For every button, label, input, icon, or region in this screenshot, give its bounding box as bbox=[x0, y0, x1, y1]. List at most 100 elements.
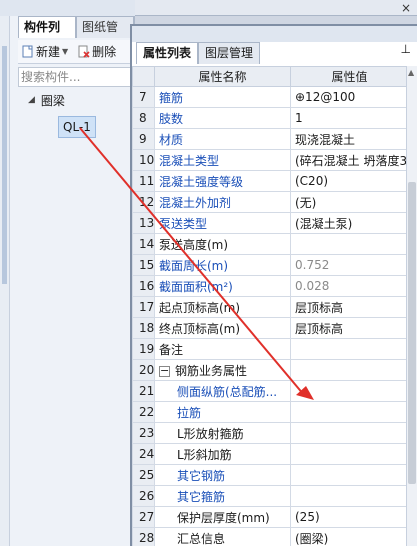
property-name[interactable]: 截面周长(m) bbox=[154, 254, 291, 276]
property-row[interactable]: 27 保护层厚度(mm) (25) bbox=[132, 506, 408, 528]
property-value[interactable]: 0.752 bbox=[290, 254, 408, 276]
property-name[interactable]: 混凝土强度等级 bbox=[154, 170, 291, 192]
property-name[interactable]: 截面面积(m²) bbox=[154, 275, 291, 297]
property-row[interactable]: 18 终点顶标高(m) 层顶标高 bbox=[132, 317, 408, 339]
property-row[interactable]: 7 箍筋 ⊕12@100 bbox=[132, 86, 408, 108]
property-value[interactable] bbox=[290, 422, 408, 444]
property-row[interactable]: 22 拉筋 bbox=[132, 401, 408, 423]
component-tree: ◢ 圈梁 QL-1 bbox=[18, 90, 135, 138]
property-value[interactable]: (混凝土泵) bbox=[290, 212, 408, 234]
property-value[interactable]: (碎石混凝土 坍落度3( bbox=[290, 149, 408, 171]
property-name[interactable]: 其它箍筋 bbox=[154, 485, 291, 507]
property-row[interactable]: 19 备注 bbox=[132, 338, 408, 360]
new-button-label: 新建 bbox=[36, 45, 61, 59]
property-value[interactable] bbox=[290, 359, 408, 381]
close-icon[interactable]: × bbox=[401, 1, 411, 15]
row-number: 11 bbox=[132, 170, 155, 192]
property-row[interactable]: 14 泵送高度(m) bbox=[132, 233, 408, 255]
collapse-triangle-icon[interactable]: ◢ bbox=[28, 95, 35, 105]
column-header-number bbox=[132, 66, 155, 87]
property-value[interactable]: 层顶标高 bbox=[290, 296, 408, 318]
row-number: 23 bbox=[132, 422, 155, 444]
property-value[interactable]: ⊕12@100 bbox=[290, 86, 408, 108]
property-value[interactable]: (圈梁) bbox=[290, 527, 408, 546]
property-row[interactable]: 11 混凝土强度等级 (C20) bbox=[132, 170, 408, 192]
property-name[interactable]: − 钢筋业务属性 bbox=[154, 359, 291, 381]
pin-icon[interactable]: ⊥ bbox=[401, 42, 411, 56]
property-row[interactable]: 21 侧面纵筋(总配筋... bbox=[132, 380, 408, 402]
property-value[interactable]: (C20) bbox=[290, 170, 408, 192]
property-value[interactable]: 层顶标高 bbox=[290, 317, 408, 339]
property-value[interactable] bbox=[290, 380, 408, 402]
property-row[interactable]: 8 肢数 1 bbox=[132, 107, 408, 129]
property-row[interactable]: 24 L形斜加筋 bbox=[132, 443, 408, 465]
new-button[interactable]: 新建 ▼ bbox=[18, 42, 70, 62]
row-number: 28 bbox=[132, 527, 155, 546]
group-label: 钢筋业务属性 bbox=[175, 363, 248, 378]
left-dock-highlight bbox=[2, 46, 7, 284]
property-value[interactable] bbox=[290, 464, 408, 486]
tree-node-root[interactable]: ◢ 圈梁 bbox=[18, 90, 135, 110]
property-name[interactable]: 泵送高度(m) bbox=[154, 233, 291, 255]
scroll-up-icon[interactable]: ▲ bbox=[408, 68, 414, 77]
property-value[interactable] bbox=[290, 233, 408, 255]
property-name[interactable]: L形斜加筋 bbox=[154, 443, 291, 465]
property-row[interactable]: 10 混凝土类型 (碎石混凝土 坍落度3( bbox=[132, 149, 408, 171]
left-tabs: 构件列表 图纸管理 bbox=[18, 16, 134, 55]
property-name[interactable]: 混凝土类型 bbox=[154, 149, 291, 171]
property-value[interactable] bbox=[290, 401, 408, 423]
search-input[interactable]: 搜索构件... bbox=[18, 67, 135, 87]
property-name[interactable]: 混凝土外加剂 bbox=[154, 191, 291, 213]
property-row[interactable]: 20− 钢筋业务属性 bbox=[132, 359, 408, 381]
property-row[interactable]: 23 L形放射箍筋 bbox=[132, 422, 408, 444]
property-value[interactable]: 1 bbox=[290, 107, 408, 129]
property-name[interactable]: 汇总信息 bbox=[154, 527, 291, 546]
property-row[interactable]: 13 泵送类型 (混凝土泵) bbox=[132, 212, 408, 234]
tab-property-list[interactable]: 属性列表 bbox=[136, 42, 199, 64]
property-value[interactable]: 现浇混凝土 bbox=[290, 128, 408, 150]
property-row[interactable]: 17 起点顶标高(m) 层顶标高 bbox=[132, 296, 408, 318]
column-header-value[interactable]: 属性值 bbox=[290, 66, 408, 87]
property-name[interactable]: 拉筋 bbox=[154, 401, 291, 423]
tab-component-list[interactable]: 构件列表 bbox=[18, 16, 76, 55]
row-number: 25 bbox=[132, 464, 155, 486]
property-name[interactable]: 终点顶标高(m) bbox=[154, 317, 291, 339]
property-name[interactable]: 侧面纵筋(总配筋... bbox=[154, 380, 291, 402]
property-row[interactable]: 25 其它钢筋 bbox=[132, 464, 408, 486]
property-name[interactable]: 其它钢筋 bbox=[154, 464, 291, 486]
property-value[interactable] bbox=[290, 338, 408, 360]
tab-drawing-management[interactable]: 图纸管理 bbox=[76, 16, 134, 55]
property-name[interactable]: 泵送类型 bbox=[154, 212, 291, 234]
row-number: 10 bbox=[132, 149, 155, 171]
property-name[interactable]: 材质 bbox=[154, 128, 291, 150]
property-name[interactable]: L形放射箍筋 bbox=[154, 422, 291, 444]
property-name[interactable]: 保护层厚度(mm) bbox=[154, 506, 291, 528]
property-name[interactable]: 起点顶标高(m) bbox=[154, 296, 291, 318]
property-name[interactable]: 肢数 bbox=[154, 107, 291, 129]
property-row[interactable]: 15 截面周长(m) 0.752 bbox=[132, 254, 408, 276]
vertical-scrollbar[interactable]: ▲ bbox=[406, 66, 417, 546]
column-header-name[interactable]: 属性名称 bbox=[154, 66, 291, 87]
property-row[interactable]: 16 截面面积(m²) 0.028 bbox=[132, 275, 408, 297]
property-value[interactable] bbox=[290, 485, 408, 507]
row-number: 9 bbox=[132, 128, 155, 150]
property-value[interactable]: 0.028 bbox=[290, 275, 408, 297]
new-icon bbox=[20, 45, 34, 59]
tree-node-leaf[interactable]: QL-1 bbox=[58, 116, 96, 138]
tab-layer-management[interactable]: 图层管理 bbox=[198, 42, 261, 64]
property-row[interactable]: 12 混凝土外加剂 (无) bbox=[132, 191, 408, 213]
property-value[interactable]: (25) bbox=[290, 506, 408, 528]
collapse-icon[interactable]: − bbox=[159, 365, 170, 377]
property-value[interactable] bbox=[290, 443, 408, 465]
row-number: 22 bbox=[132, 401, 155, 423]
row-number: 20 bbox=[132, 359, 155, 381]
property-row[interactable]: 9 材质 现浇混凝土 bbox=[132, 128, 408, 150]
property-name[interactable]: 备注 bbox=[154, 338, 291, 360]
delete-button[interactable]: 删除 bbox=[74, 42, 118, 62]
property-row[interactable]: 26 其它箍筋 bbox=[132, 485, 408, 507]
property-row[interactable]: 28 汇总信息 (圈梁) bbox=[132, 527, 408, 546]
property-name[interactable]: 箍筋 bbox=[154, 86, 291, 108]
row-number: 21 bbox=[132, 380, 155, 402]
property-value[interactable]: (无) bbox=[290, 191, 408, 213]
scrollbar-thumb[interactable] bbox=[408, 182, 416, 484]
